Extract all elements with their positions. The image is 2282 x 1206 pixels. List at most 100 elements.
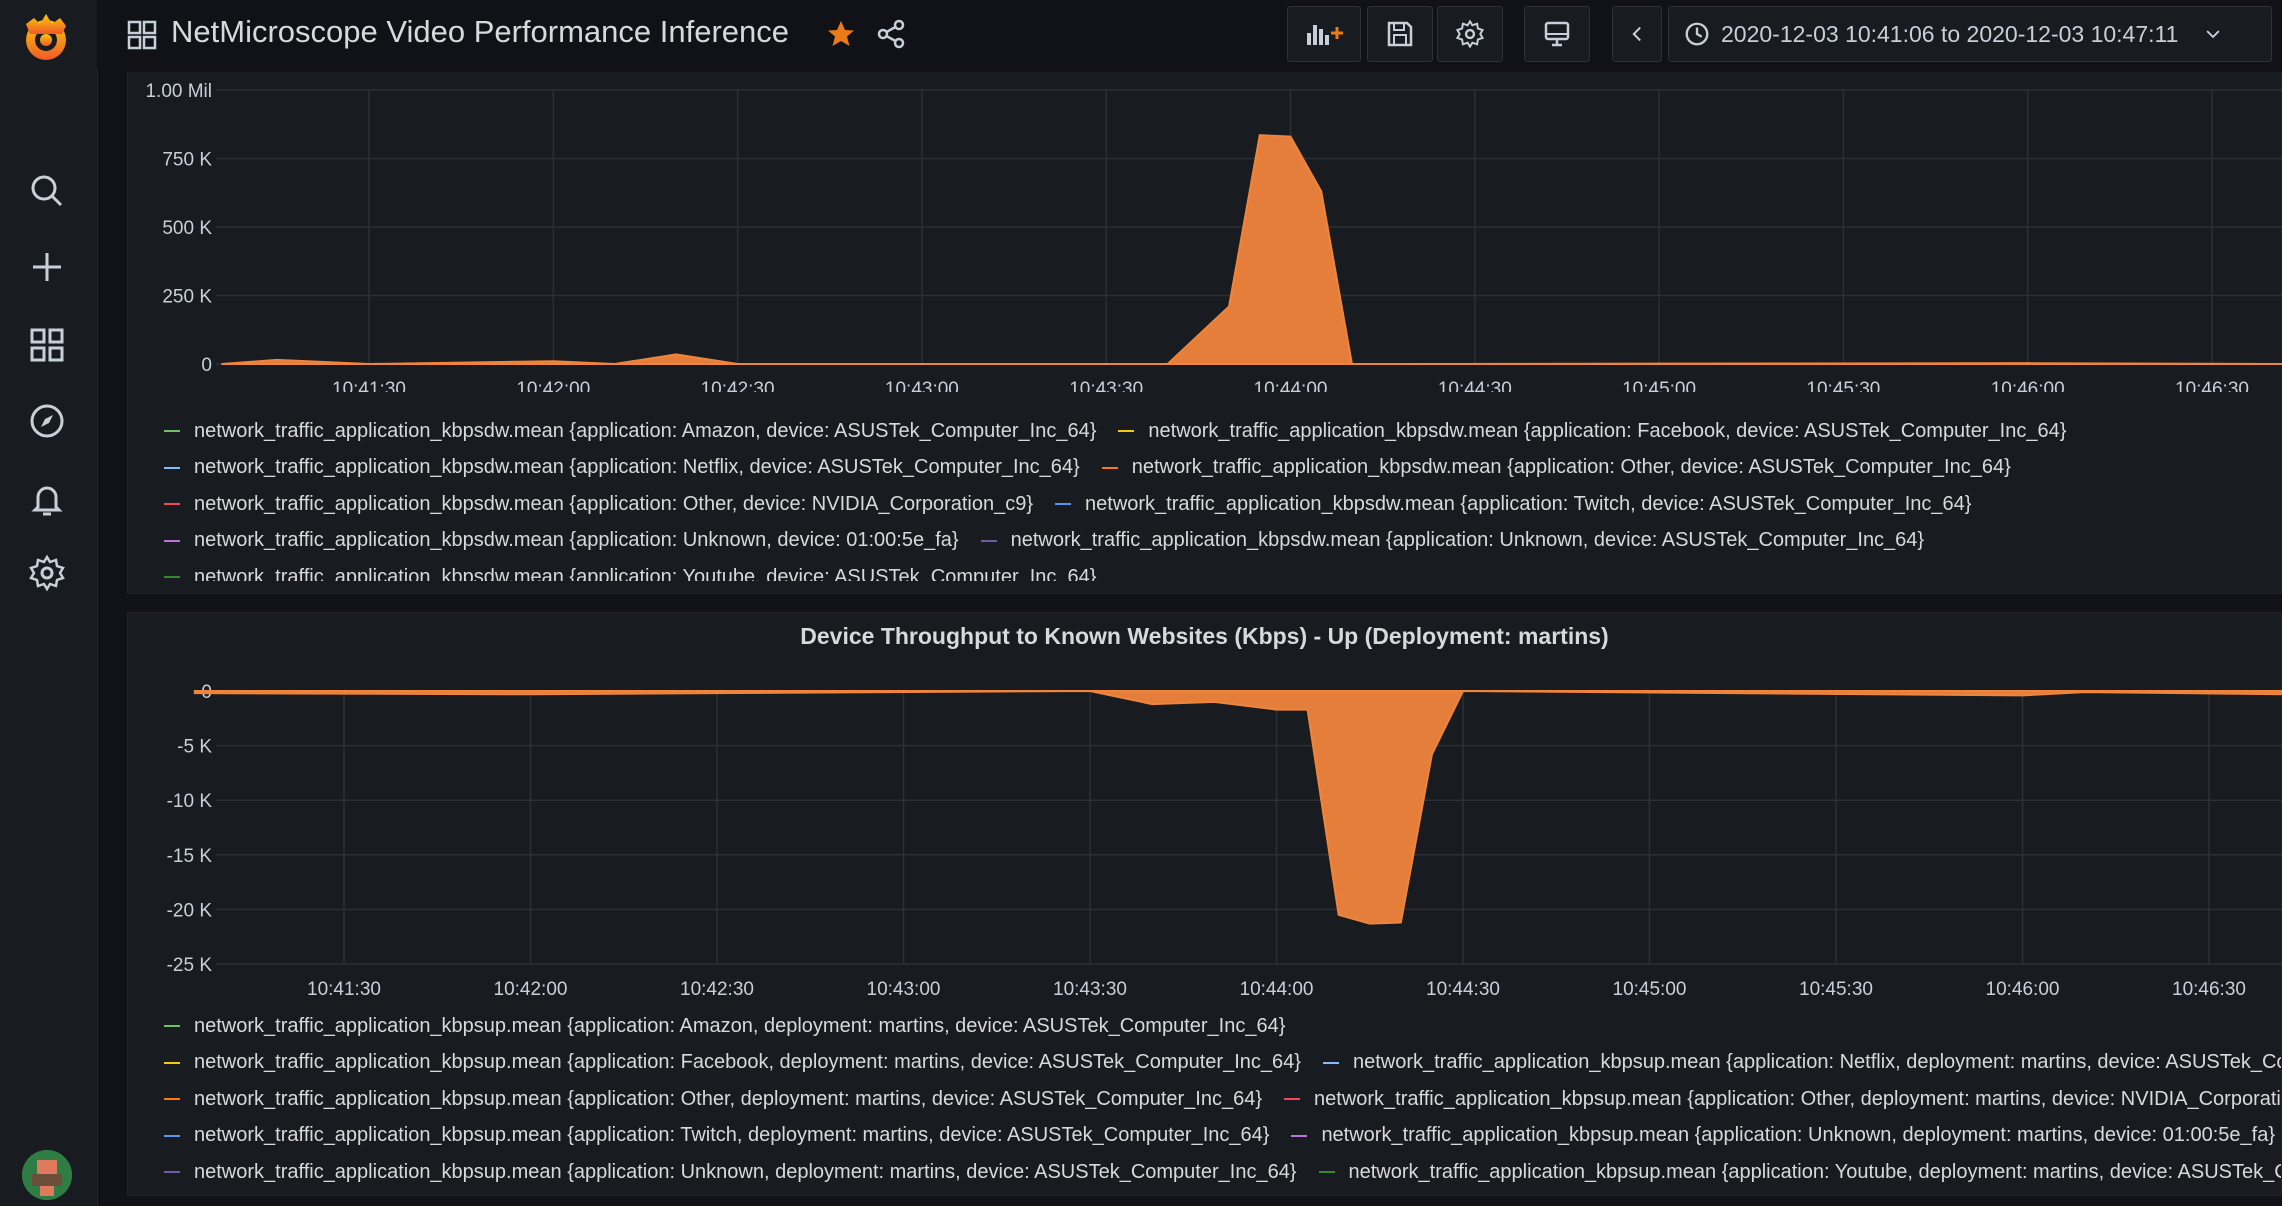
legend-item[interactable]: network_traffic_application_kbpsdw.mean …: [164, 493, 1033, 516]
panel-throughput-up[interactable]: Device Throughput to Known Websites (Kbp…: [127, 612, 2282, 1196]
legend-item[interactable]: network_traffic_application_kbpsup.mean …: [164, 1124, 1269, 1147]
legend-label: network_traffic_application_kbpsup.mean …: [1314, 1087, 2281, 1110]
x-tick-label: 10:42:30: [701, 379, 775, 392]
plus-icon[interactable]: [22, 242, 72, 292]
user-avatar[interactable]: [22, 1150, 72, 1200]
x-tick-label: 10:45:30: [1799, 979, 1873, 1000]
side-menu: [0, 0, 98, 1206]
legend-swatch: [164, 1134, 180, 1137]
x-tick-label: 10:42:00: [494, 979, 568, 1000]
x-tick-label: 10:41:30: [307, 979, 381, 1000]
legend-item[interactable]: network_traffic_application_kbpsdw.mean …: [164, 420, 1096, 443]
graph-up[interactable]: 0-5 K-10 K-15 K-20 K-25 K10:41:3010:42:0…: [128, 613, 2282, 1013]
legend-swatch: [1322, 1061, 1339, 1064]
legend-item[interactable]: network_traffic_application_kbpsdw.mean …: [1055, 493, 1971, 516]
y-tick-label: -5 K: [177, 737, 212, 758]
legend-swatch: [164, 1171, 180, 1174]
data-point: [1276, 709, 1277, 711]
data-point: [1351, 363, 1353, 365]
time-range-picker[interactable]: 2020-12-03 10:41:06 to 2020-12-03 10:47:…: [1668, 6, 2272, 62]
data-point: [1213, 701, 1215, 703]
data-point: [1431, 753, 1433, 755]
data-point: [1105, 363, 1107, 365]
star-icon[interactable]: [825, 18, 857, 50]
configuration-icon[interactable]: [22, 548, 72, 598]
grafana-logo-icon[interactable]: [18, 10, 74, 66]
x-tick-label: 10:46:30: [2175, 379, 2249, 392]
legend-row: network_traffic_application_kbpsdw.mean …: [164, 523, 2281, 560]
data-point: [221, 363, 223, 365]
clock-icon: [1685, 22, 1709, 46]
dashboard-grid-icon[interactable]: [127, 20, 157, 50]
legend-label: network_traffic_application_kbpsdw.mean …: [1148, 419, 2067, 442]
legend-swatch: [1291, 1134, 1308, 1137]
explore-icon[interactable]: [22, 396, 72, 446]
x-tick-label: 10:44:30: [1438, 379, 1512, 392]
series-area[interactable]: [221, 134, 2282, 366]
share-icon[interactable]: [875, 18, 907, 50]
time-shift-back-button[interactable]: [1612, 6, 1662, 62]
series-area[interactable]: [193, 689, 2282, 925]
x-tick-label: 10:41:30: [332, 379, 406, 392]
legend-item[interactable]: network_traffic_application_kbpsup.mean …: [1322, 1051, 2281, 1074]
y-tick-label: -20 K: [167, 900, 213, 921]
legend-swatch: [164, 466, 180, 469]
graph-down[interactable]: 1.00 Mil 750 K 500 K 250 K 0 10:41:30 10:42:00…: [128, 72, 2282, 392]
legend-item[interactable]: network_traffic_application_kbpsup.mean …: [1291, 1124, 2275, 1147]
legend-item[interactable]: network_traffic_application_kbpsdw.mean …: [164, 529, 959, 552]
add-panel-button[interactable]: [1287, 6, 1361, 62]
legend-row: network_traffic_application_kbpsdw.mean …: [164, 559, 2281, 581]
legend-swatch: [1101, 466, 1118, 469]
data-point: [1151, 703, 1153, 705]
x-tick-label: 10:44:00: [1254, 379, 1328, 392]
legend-label: network_traffic_application_kbpsdw.mean …: [1131, 456, 2011, 479]
dashboard-title[interactable]: NetMicroscope Video Performance Inferenc…: [171, 14, 789, 50]
save-dashboard-button[interactable]: [1367, 6, 1433, 62]
panel-throughput-down[interactable]: 1.00 Mil 750 K 500 K 250 K 0 10:41:30 10:42:00…: [127, 72, 2282, 594]
data-point: [1462, 690, 1464, 692]
legend-swatch: [1118, 430, 1135, 433]
top-bar: NetMicroscope Video Performance Inferenc…: [97, 0, 2282, 70]
x-tick-label: 10:43:00: [867, 979, 941, 1000]
y-tick-label: 500 K: [162, 218, 212, 239]
legend-swatch: [164, 1098, 180, 1101]
x-tick-label: 10:43:00: [885, 379, 959, 392]
x-tick-label: 10:45:30: [1806, 379, 1880, 392]
legend-item[interactable]: network_traffic_application_kbpsdw.mean …: [980, 529, 1924, 552]
legend-swatch: [164, 539, 180, 542]
legend-item[interactable]: network_traffic_application_kbpsdw.mean …: [164, 456, 1080, 479]
data-point: [1259, 134, 1261, 136]
legend-item[interactable]: network_traffic_application_kbpsup.mean …: [1284, 1088, 2281, 1111]
legend-item[interactable]: network_traffic_application_kbpsdw.mean …: [1101, 456, 2011, 479]
data-point: [1382, 363, 1384, 365]
data-point: [1089, 690, 1091, 692]
legend-row: network_traffic_application_kbpsup.mean …: [164, 1045, 2281, 1082]
dashboard-settings-button[interactable]: [1437, 6, 1503, 62]
y-tick-label: -10 K: [167, 791, 213, 812]
y-tick-label: -25 K: [167, 955, 213, 976]
data-point: [1369, 923, 1371, 925]
data-point: [614, 363, 616, 365]
legend-item[interactable]: network_traffic_application_kbpsup.mean …: [164, 1015, 1285, 1038]
legend-label: network_traffic_application_kbpsup.mean …: [194, 1087, 1263, 1110]
legend-row: network_traffic_application_kbpsdw.mean …: [164, 486, 2281, 523]
legend-item[interactable]: network_traffic_application_kbpsup.mean …: [164, 1088, 1262, 1111]
alerting-icon[interactable]: [22, 474, 72, 524]
y-tick-label: 250 K: [162, 287, 212, 308]
legend-swatch: [164, 576, 180, 579]
legend-swatch: [1318, 1171, 1335, 1174]
data-point: [530, 693, 531, 695]
legend-item[interactable]: network_traffic_application_kbpsdw.mean …: [164, 566, 1096, 581]
legend-item[interactable]: network_traffic_application_kbpsup.mean …: [1318, 1161, 2281, 1184]
dashboards-icon[interactable]: [22, 320, 72, 370]
data-point: [1307, 709, 1309, 711]
legend-item[interactable]: network_traffic_application_kbpsup.mean …: [164, 1051, 1301, 1074]
legend-swatch: [164, 430, 180, 433]
legend-item[interactable]: network_traffic_application_kbpsdw.mean …: [1118, 420, 2066, 443]
search-icon[interactable]: [22, 166, 72, 216]
data-point: [2084, 691, 2086, 693]
x-tick-label: 10:42:00: [516, 379, 590, 392]
cycle-view-mode-button[interactable]: [1524, 6, 1590, 62]
legend-label: network_traffic_application_kbpsup.mean …: [194, 1051, 1301, 1074]
legend-item[interactable]: network_traffic_application_kbpsup.mean …: [164, 1161, 1297, 1184]
